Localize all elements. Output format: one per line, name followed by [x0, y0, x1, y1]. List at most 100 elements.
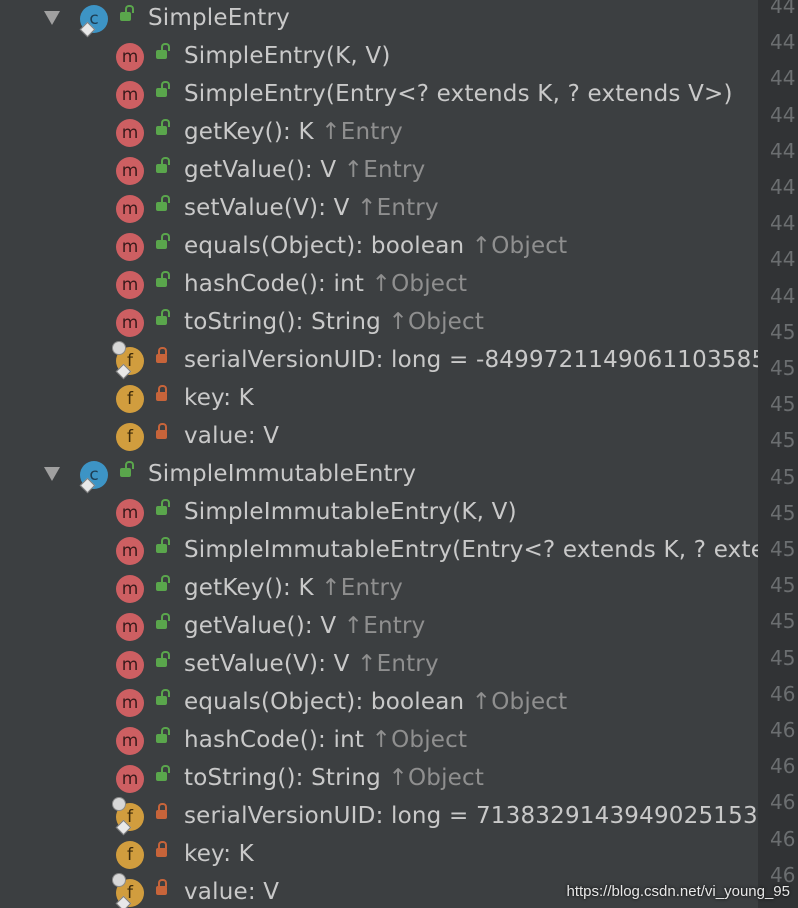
- member-label: key: K: [184, 383, 254, 413]
- tree-method-row[interactable]: m SimpleEntry(K, V): [0, 38, 758, 76]
- line-number: 45: [770, 464, 796, 489]
- line-number-gutter: 44 44 44 44 44 44 44 44 44 45 45 45 45 45 45 45 45 45 45 46…: [758, 0, 798, 908]
- member-label: value: V: [184, 421, 279, 451]
- tree-method-row[interactable]: m equals(Object): boolean ↑Object: [0, 684, 758, 722]
- inherited-from: ↑Entry: [343, 157, 426, 183]
- public-lock-icon: [156, 727, 170, 743]
- tree-method-row[interactable]: m equals(Object): boolean ↑Object: [0, 228, 758, 266]
- tree-method-row[interactable]: m SimpleEntry(Entry<? extends K, ? extend…: [0, 76, 758, 114]
- member-signature: hashCode(): int: [184, 727, 372, 753]
- line-number: 44: [770, 0, 796, 18]
- method-icon: m: [116, 119, 144, 147]
- tree-method-row[interactable]: m setValue(V): V ↑Entry: [0, 190, 758, 228]
- static-badge-icon: [115, 819, 132, 836]
- public-lock-icon: [156, 613, 170, 629]
- public-lock-icon: [156, 271, 170, 287]
- line-number: 45: [770, 356, 796, 380]
- private-lock-icon: [156, 879, 167, 895]
- line-number: 44: [770, 138, 796, 163]
- line-number: 46: [770, 754, 796, 779]
- member-label: setValue(V): V ↑Entry: [184, 649, 439, 679]
- member-label: SimpleEntry(Entry<? extends K, ? extends…: [184, 79, 733, 109]
- class-name: SimpleImmutableEntry: [148, 461, 417, 487]
- watermark: https://blog.csdn.net/vi_young_95: [566, 883, 791, 900]
- public-lock-icon: [156, 81, 170, 97]
- public-lock-icon: [156, 537, 170, 553]
- static-badge-icon: [79, 477, 96, 494]
- member-label: hashCode(): int ↑Object: [184, 725, 467, 755]
- tree-method-row[interactable]: m setValue(V): V ↑Entry: [0, 646, 758, 684]
- method-icon: m: [116, 233, 144, 261]
- tree-field-row[interactable]: f key: K: [0, 836, 758, 874]
- public-lock-icon: [156, 309, 170, 325]
- tree-field-row[interactable]: f value: V: [0, 418, 758, 456]
- inherited-from: ↑Entry: [343, 613, 426, 639]
- member-signature: key: K: [184, 385, 254, 411]
- member-signature: setValue(V): V: [184, 195, 358, 221]
- member-signature: SimpleEntry(K, V): [184, 43, 391, 69]
- tree-method-row[interactable]: m getValue(): V ↑Entry: [0, 608, 758, 646]
- method-icon: m: [116, 765, 144, 793]
- member-signature: setValue(V): V: [184, 651, 358, 677]
- inherited-from: ↑Object: [371, 271, 468, 297]
- line-number: 44: [770, 175, 796, 199]
- structure-tree[interactable]: c SimpleEntry m SimpleEntry(K, V) m SimpleEnt…: [0, 0, 758, 908]
- member-signature: toString(): String: [184, 765, 389, 791]
- pin-icon: [112, 873, 126, 887]
- member-signature: serialVersionUID: long = -84997211490611…: [184, 347, 758, 373]
- expand-arrow-icon[interactable]: [44, 467, 60, 481]
- public-lock-icon: [120, 5, 134, 21]
- member-label: toString(): String ↑Object: [184, 307, 484, 337]
- tree-class-row[interactable]: c SimpleImmutableEntry: [0, 456, 758, 494]
- private-lock-icon: [156, 423, 167, 439]
- tree-field-row[interactable]: f key: K: [0, 380, 758, 418]
- tree-method-row[interactable]: m hashCode(): int ↑Object: [0, 266, 758, 304]
- method-icon: m: [116, 537, 144, 565]
- public-lock-icon: [156, 157, 170, 173]
- method-icon: m: [116, 271, 144, 299]
- field-icon: f: [116, 423, 144, 451]
- tree-method-row[interactable]: m getKey(): K ↑Entry: [0, 570, 758, 608]
- inherited-from: ↑Entry: [357, 195, 439, 221]
- line-number: 46: [770, 718, 796, 742]
- inherited-from: ↑Object: [371, 727, 468, 753]
- line-number: 45: [770, 573, 796, 598]
- class-icon: c: [79, 461, 108, 494]
- public-lock-icon: [156, 233, 170, 249]
- member-label: SimpleImmutableEntry(K, V): [184, 497, 517, 527]
- member-label: hashCode(): int ↑Object: [184, 269, 467, 299]
- line-number: 45: [770, 537, 796, 561]
- tree-method-row[interactable]: m getKey(): K ↑Entry: [0, 114, 758, 152]
- member-signature: value: V: [184, 423, 280, 449]
- tree-method-row[interactable]: m getValue(): V ↑Entry: [0, 152, 758, 190]
- private-lock-icon: [156, 385, 167, 401]
- tree-method-row[interactable]: m toString(): String ↑Object: [0, 304, 758, 342]
- tree-method-row[interactable]: m SimpleImmutableEntry(Entry<? extends K,…: [0, 532, 758, 570]
- expand-arrow-icon[interactable]: [44, 11, 60, 25]
- line-number: 45: [770, 645, 796, 670]
- member-signature: SimpleEntry(Entry<? extends K, ? extends…: [184, 81, 733, 107]
- private-lock-icon: [156, 347, 167, 363]
- line-number: 44: [770, 211, 796, 236]
- tree-method-row[interactable]: m hashCode(): int ↑Object: [0, 722, 758, 760]
- public-lock-icon: [120, 461, 134, 477]
- member-label: serialVersionUID: long = 713832914394902…: [184, 801, 758, 831]
- class-name: SimpleEntry: [148, 5, 290, 31]
- public-lock-icon: [156, 765, 170, 781]
- method-icon: m: [116, 499, 144, 527]
- tree-field-row[interactable]: f serialVersionUID: long = -8499721149061…: [0, 341, 758, 380]
- tree-method-row[interactable]: m toString(): String ↑Object: [0, 760, 758, 798]
- public-lock-icon: [156, 499, 170, 515]
- member-signature: hashCode(): int: [184, 271, 372, 297]
- member-label: getKey(): K ↑Entry: [184, 117, 403, 147]
- tree-method-row[interactable]: m SimpleImmutableEntry(K, V): [0, 494, 758, 532]
- member-label: getValue(): V ↑Entry: [184, 155, 425, 185]
- method-icon: m: [116, 157, 144, 185]
- public-lock-icon: [156, 575, 170, 591]
- tree-class-row[interactable]: c SimpleEntry: [0, 0, 758, 38]
- method-icon: m: [116, 727, 144, 755]
- tree-field-row[interactable]: f serialVersionUID: long = 71383291439490…: [0, 797, 758, 836]
- member-label: setValue(V): V ↑Entry: [184, 193, 439, 223]
- method-icon: m: [116, 689, 144, 717]
- line-number: 45: [770, 428, 796, 453]
